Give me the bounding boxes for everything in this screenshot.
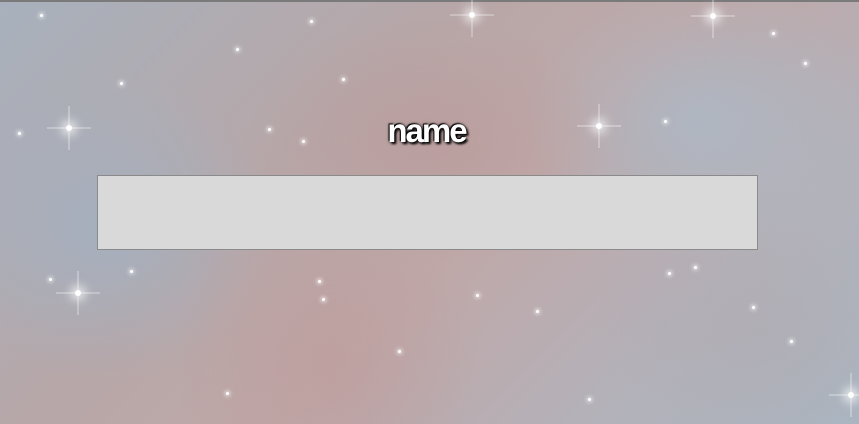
- star-icon: [318, 280, 321, 283]
- star-icon: [130, 270, 133, 273]
- star-icon: [710, 13, 716, 19]
- star-icon: [668, 272, 671, 275]
- star-icon: [752, 306, 755, 309]
- top-divider: [0, 0, 859, 2]
- star-icon: [790, 340, 793, 343]
- star-icon: [694, 266, 697, 269]
- star-icon: [398, 350, 401, 353]
- star-icon: [536, 310, 539, 313]
- star-icon: [469, 12, 475, 18]
- star-icon: [476, 294, 479, 297]
- star-icon: [49, 278, 52, 281]
- star-icon: [322, 298, 325, 301]
- star-icon: [588, 398, 591, 401]
- star-icon: [236, 48, 239, 51]
- star-icon: [848, 392, 854, 398]
- name-field-label: name: [387, 112, 467, 149]
- star-icon: [310, 20, 313, 23]
- star-icon: [804, 62, 807, 65]
- star-icon: [342, 78, 345, 81]
- name-input[interactable]: [97, 175, 758, 250]
- star-icon: [226, 392, 229, 395]
- star-icon: [120, 82, 123, 85]
- star-icon: [772, 32, 775, 35]
- star-icon: [75, 290, 81, 296]
- star-icon: [40, 14, 43, 17]
